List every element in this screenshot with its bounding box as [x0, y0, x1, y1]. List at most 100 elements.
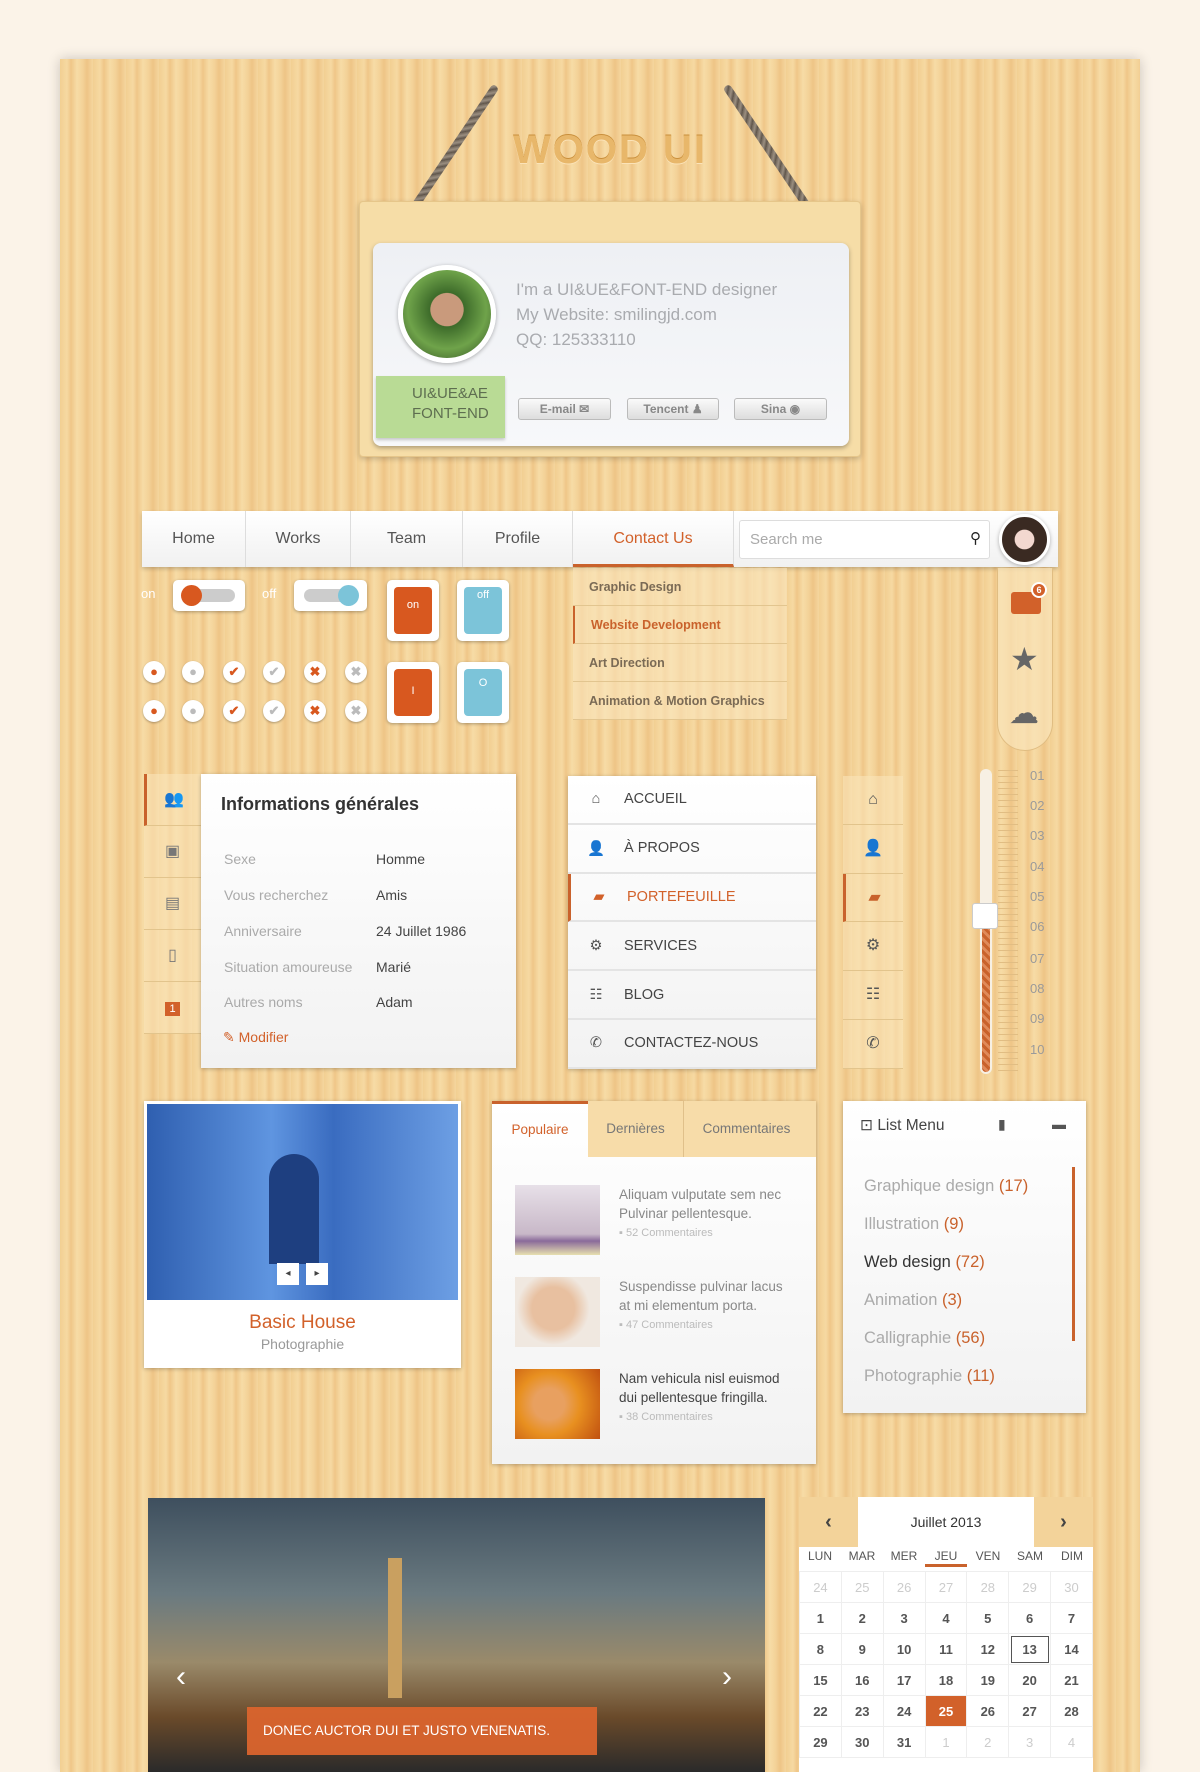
edit-link[interactable]: ✎ Modifier — [223, 1029, 288, 1046]
photo-title[interactable]: Basic House — [144, 1312, 461, 1334]
calendar-day[interactable]: 26 — [966, 1695, 1010, 1727]
profile-website[interactable]: My Website: smilingjd.com — [516, 302, 777, 327]
calendar-day[interactable]: 23 — [840, 1695, 884, 1727]
calendar-day[interactable]: 13 — [1008, 1633, 1052, 1665]
calendar-day[interactable]: 25 — [924, 1695, 968, 1727]
calendar-day[interactable]: 16 — [840, 1664, 884, 1696]
checkbox-unchecked[interactable]: ✔ — [263, 661, 285, 683]
calendar-day[interactable]: 28 — [966, 1571, 1010, 1603]
calendar-day[interactable]: 24 — [882, 1695, 926, 1727]
calendar-day[interactable]: 10 — [882, 1633, 926, 1665]
dropdown-item[interactable]: Animation & Motion Graphics — [573, 682, 787, 720]
radio-unchecked[interactable]: ● — [182, 700, 204, 722]
post-item[interactable]: Aliquam vulputate sem nec Pulvinar pellen… — [515, 1185, 805, 1257]
calendar-day[interactable]: 28 — [1050, 1695, 1093, 1727]
checkbox-unchecked[interactable]: ✔ — [263, 700, 285, 722]
switch-on[interactable]: on — [387, 580, 439, 641]
prev-slide-icon[interactable]: ‹ — [176, 1660, 186, 1694]
users-icon[interactable]: 👤 — [843, 824, 903, 874]
list-icon[interactable]: ☷ — [843, 971, 903, 1020]
calendar-day[interactable]: 3 — [882, 1602, 926, 1634]
calendar-day[interactable]: 17 — [882, 1664, 926, 1696]
calendar-day[interactable]: 27 — [1008, 1695, 1052, 1727]
home-icon[interactable]: ⌂ — [843, 776, 903, 825]
star-icon[interactable]: ★ — [1010, 640, 1039, 678]
post-item[interactable]: Suspendisse pulvinar lacus at mi elementu… — [515, 1277, 805, 1349]
calendar-day[interactable]: 22 — [799, 1695, 842, 1727]
calendar-day[interactable]: 15 — [799, 1664, 842, 1696]
calendar-day[interactable]: 31 — [882, 1726, 926, 1758]
bookmark-icon[interactable]: ▮ — [998, 1116, 1006, 1133]
calendar-day[interactable]: 11 — [924, 1633, 968, 1665]
tab-populaire[interactable]: Populaire — [492, 1101, 588, 1157]
users-icon[interactable]: 👥 — [144, 774, 201, 826]
toggle-off[interactable] — [294, 580, 367, 611]
calendar-day[interactable]: 3 — [1008, 1726, 1052, 1758]
document-icon[interactable]: ▯ — [144, 930, 201, 982]
chat-icon[interactable]: ▬ — [1052, 1116, 1066, 1132]
gear-icon[interactable]: ⚙ — [843, 922, 903, 972]
calendar-day[interactable]: 29 — [1008, 1571, 1052, 1603]
tab-contact-us[interactable]: Contact Us — [573, 511, 734, 567]
tab-team[interactable]: Team — [351, 511, 463, 567]
radio-checked[interactable]: ● — [143, 700, 165, 722]
menu-item-blog[interactable]: ☷ BLOG — [568, 971, 816, 1020]
calendar-day[interactable]: 1 — [924, 1726, 968, 1758]
email-button[interactable]: E-mail ✉ — [518, 398, 611, 420]
tab-home[interactable]: Home — [142, 511, 246, 567]
calendar-day[interactable]: 18 — [924, 1664, 968, 1696]
list-scrollbar[interactable] — [1072, 1167, 1075, 1341]
calendar-day[interactable]: 2 — [840, 1602, 884, 1634]
prev-month-button[interactable]: ‹ — [799, 1497, 858, 1547]
power-switch-off[interactable]: O — [457, 662, 509, 723]
calendar-day[interactable]: 12 — [966, 1633, 1010, 1665]
power-switch-on[interactable]: I — [387, 662, 439, 723]
list-item[interactable]: Photographie (11) — [864, 1367, 995, 1386]
list-item[interactable]: Illustration (9) — [864, 1215, 964, 1234]
close-checked[interactable]: ✖ — [304, 661, 326, 683]
menu-item-portefeuille[interactable]: ▰ PORTEFEUILLE — [568, 873, 816, 923]
next-slide-icon[interactable]: › — [722, 1660, 732, 1694]
user-avatar[interactable] — [999, 514, 1050, 565]
calendar-day[interactable]: 30 — [840, 1726, 884, 1758]
dropdown-item[interactable]: Website Development — [573, 606, 787, 644]
calendar-day[interactable]: 6 — [1008, 1602, 1052, 1634]
calendar-day[interactable]: 2 — [966, 1726, 1010, 1758]
calendar-day[interactable]: 27 — [924, 1571, 968, 1603]
calendar-day[interactable]: 29 — [799, 1726, 842, 1758]
menu-item-a-propos[interactable]: 👤 À PROPOS — [568, 825, 816, 874]
list-item[interactable]: Graphique design (17) — [864, 1177, 1028, 1196]
slider-handle[interactable] — [972, 903, 998, 929]
calendar-day[interactable]: 14 — [1050, 1633, 1093, 1665]
next-month-button[interactable]: › — [1034, 1497, 1093, 1547]
toggle-on[interactable] — [173, 580, 245, 611]
checkbox-checked[interactable]: ✔ — [223, 661, 245, 683]
calendar-day[interactable]: 5 — [966, 1602, 1010, 1634]
tab-commentaires[interactable]: Commentaires — [684, 1101, 809, 1157]
list-item[interactable]: Animation (3) — [864, 1291, 962, 1310]
inbox-icon[interactable]: 1 — [144, 982, 201, 1034]
image-icon[interactable]: ▣ — [144, 826, 201, 878]
search-icon[interactable]: ⚲ — [970, 529, 981, 547]
calendar-day[interactable]: 7 — [1050, 1602, 1093, 1634]
calendar-day[interactable]: 4 — [1050, 1726, 1093, 1758]
checkbox-checked[interactable]: ✔ — [223, 700, 245, 722]
menu-item-services[interactable]: ⚙ SERVICES — [568, 922, 816, 972]
tab-dernieres[interactable]: Dernières — [588, 1101, 684, 1157]
calendar-day[interactable]: 30 — [1050, 1571, 1093, 1603]
tab-profile[interactable]: Profile — [463, 511, 573, 567]
calendar-day[interactable]: 25 — [840, 1571, 884, 1603]
list-item[interactable]: Calligraphie (56) — [864, 1329, 985, 1348]
close-unchecked[interactable]: ✖ — [345, 661, 367, 683]
film-icon[interactable]: ▤ — [144, 878, 201, 930]
close-unchecked[interactable]: ✖ — [345, 700, 367, 722]
prev-arrow-icon[interactable]: ◂ — [277, 1263, 299, 1285]
close-checked[interactable]: ✖ — [304, 700, 326, 722]
search-input[interactable]: Search me ⚲ — [739, 520, 990, 559]
calendar-day[interactable]: 21 — [1050, 1664, 1093, 1696]
menu-item-contactez-nous[interactable]: ✆ CONTACTEZ-NOUS — [568, 1020, 816, 1069]
calendar-day[interactable]: 9 — [840, 1633, 884, 1665]
calendar-day[interactable]: 24 — [799, 1571, 842, 1603]
calendar-day[interactable]: 1 — [799, 1602, 842, 1634]
list-item[interactable]: Web design (72) — [864, 1253, 985, 1272]
